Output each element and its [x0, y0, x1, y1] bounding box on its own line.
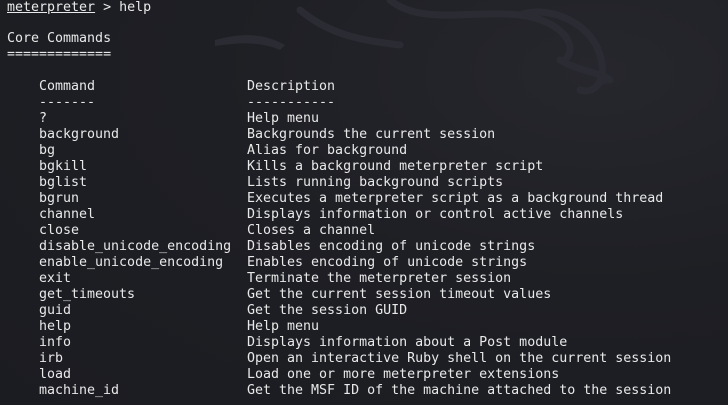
command-name: ? [39, 111, 48, 126]
prompt-name: meterpreter [7, 0, 96, 15]
column-separator-description: ----------- [247, 95, 336, 110]
command-name: guid [39, 303, 72, 318]
command-description: Open an interactive Ruby shell on the cu… [247, 351, 672, 366]
command-name: enable_unicode_encoding [39, 255, 224, 270]
command-description: Get the MSF ID of the machine attached t… [247, 383, 672, 398]
command-name: irb [39, 351, 64, 366]
command-name: machine_id [39, 383, 120, 398]
prompt-symbol: > [103, 0, 112, 15]
command-name: load [39, 367, 72, 382]
command-description: Enables encoding of unicode strings [247, 255, 528, 270]
command-name: background [39, 127, 120, 142]
command-name: bgrun [39, 191, 80, 206]
command-description: Help menu [247, 319, 320, 334]
command-name: bglist [39, 175, 88, 190]
command-name: channel [39, 207, 96, 222]
section-underline: ============= [7, 47, 112, 62]
command-description: Closes a channel [247, 223, 376, 238]
command-description: Terminate the meterpreter session [247, 271, 512, 286]
command-name: disable_unicode_encoding [39, 239, 232, 254]
section-title: Core Commands [7, 31, 112, 46]
command-description: Kills a background meterpreter script [247, 159, 544, 174]
command-description: Backgrounds the current session [247, 127, 496, 142]
command-description: Alias for background [247, 143, 408, 158]
command-description: Help menu [247, 111, 320, 126]
command-description: Executes a meterpreter script as a backg… [247, 191, 664, 206]
command-name: bg [39, 143, 56, 158]
terminal-window[interactable]: meterpreter > help Core Commands =======… [0, 0, 728, 405]
prompt-line: meterpreter > help [7, 0, 151, 16]
command-description: Disables encoding of unicode strings [247, 239, 536, 254]
entered-command: help [119, 0, 152, 15]
command-name: close [39, 223, 80, 238]
column-separator-command: ------- [39, 95, 96, 110]
command-name: info [39, 335, 72, 350]
column-header-description: Description [247, 79, 336, 94]
command-name: exit [39, 271, 72, 286]
column-header-command: Command [39, 79, 96, 94]
command-description: Displays information or control active c… [247, 207, 624, 222]
command-description: Load one or more meterpreter extensions [247, 367, 560, 382]
command-name: bgkill [39, 159, 88, 174]
command-name: help [39, 319, 72, 334]
command-description: Get the session GUID [247, 303, 408, 318]
command-name: get_timeouts [39, 287, 136, 302]
command-description: Displays information about a Post module [247, 335, 568, 350]
command-description: Get the current session timeout values [247, 287, 552, 302]
command-description: Lists running background scripts [247, 175, 504, 190]
